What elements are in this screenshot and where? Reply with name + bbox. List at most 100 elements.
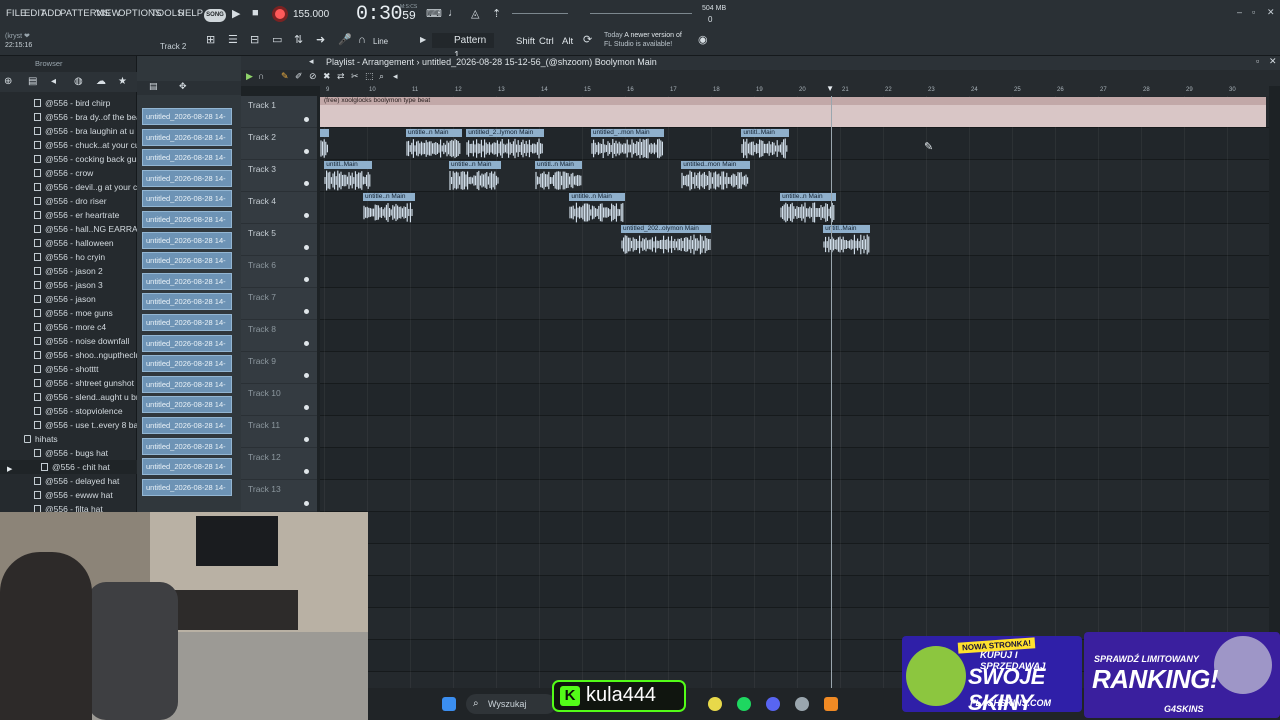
piano-roll-icon[interactable]: ▭ xyxy=(272,33,282,46)
picker-clip[interactable]: untitled_2026-08-28 14- xyxy=(142,149,232,167)
track-header[interactable]: Track 2 xyxy=(241,128,317,160)
maximize-icon[interactable]: ▫ xyxy=(1252,7,1255,17)
browser-item[interactable]: @556 - noise downfall xyxy=(0,334,137,348)
picker-clip[interactable]: untitled_2026-08-28 14- xyxy=(142,190,232,208)
browser-item[interactable]: @556 - shotttt xyxy=(0,362,137,376)
browser-folder[interactable]: hihats xyxy=(0,432,137,446)
slice-tool-icon[interactable]: ✂ xyxy=(351,71,359,82)
snap-arrow-icon[interactable]: ▶ xyxy=(420,35,426,44)
track-lane[interactable] xyxy=(320,352,1269,384)
track-lane[interactable] xyxy=(320,576,1269,608)
track-mute-led[interactable] xyxy=(304,373,309,378)
browser-options-icon[interactable]: ⊕ xyxy=(4,76,12,87)
browser-item[interactable]: @556 - chuck..at your cut xyxy=(0,138,137,152)
paint-tool-icon[interactable]: ✐ xyxy=(295,71,303,82)
spotify-icon[interactable] xyxy=(737,697,751,711)
stop-icon[interactable]: ■ xyxy=(252,7,259,19)
snap-mode[interactable]: Line xyxy=(373,37,388,46)
track-mute-led[interactable] xyxy=(304,405,309,410)
track-lane[interactable] xyxy=(320,384,1269,416)
track-header[interactable]: Track 6 xyxy=(241,256,317,288)
news-panel[interactable]: Today A newer version of FL Studio is av… xyxy=(604,31,682,49)
menu-add[interactable]: ADD xyxy=(41,8,61,19)
browser-item[interactable]: @556 - jason 3 xyxy=(0,278,137,292)
delete-tool-icon[interactable]: ⊘ xyxy=(309,71,317,82)
magnet-icon[interactable]: ∩ xyxy=(358,34,366,46)
browser-item[interactable]: @556 - bugs hat xyxy=(0,446,137,460)
picker-clip[interactable]: untitled_2026-08-28 14- xyxy=(142,478,232,496)
arrangement-area[interactable]: (free) xoolglocks boolymon type beat unti… xyxy=(320,96,1269,720)
browser-star-icon[interactable]: ★ xyxy=(118,76,127,87)
browser-item[interactable]: @556 - halloween xyxy=(0,236,137,250)
browser-item[interactable]: @556 - cocking back gun xyxy=(0,152,137,166)
browser-item[interactable]: @556 - use t..every 8 bars xyxy=(0,418,137,432)
picker-clip[interactable]: untitled_2026-08-28 14- xyxy=(142,417,232,434)
timeline-ruler[interactable]: 9 10 11 12 13 14 15 16 17 18 19 20 21 22 23 24 25 26 27 28 2… xyxy=(320,84,1269,96)
browser-item[interactable]: @556 - stopviolence xyxy=(0,404,137,418)
playlist-icon[interactable]: ⇅ xyxy=(294,33,303,46)
fl-studio-taskbar-icon[interactable] xyxy=(824,697,838,711)
minimize-icon[interactable]: – xyxy=(1237,7,1242,17)
picker-clip[interactable]: untitled_2026-08-28 14- xyxy=(142,211,232,228)
play-icon[interactable]: ▶ xyxy=(232,7,240,20)
track-mute-led[interactable] xyxy=(304,309,309,314)
audio-clip[interactable]: untitle..n Main xyxy=(406,129,462,159)
picker-clip[interactable]: untitled_2026-08-28 14- xyxy=(142,396,232,414)
browser-item[interactable]: @556 - bra dy..of the beat xyxy=(0,110,137,124)
track-mute-led[interactable] xyxy=(304,181,309,186)
track-header[interactable]: Track 12 xyxy=(241,448,317,480)
track-mute-led[interactable] xyxy=(304,245,309,250)
audio-clip[interactable]: untitl..Main xyxy=(324,161,372,191)
browser-item[interactable]: @556 - shtreet gunshot xyxy=(0,376,137,390)
audio-clip[interactable]: untitl..Main xyxy=(741,129,789,159)
browser-item[interactable]: ▶ @556 - chit hat xyxy=(0,460,137,474)
track-header[interactable]: Track 13 xyxy=(241,480,317,512)
browser-item[interactable]: @556 - bird chirp xyxy=(0,96,137,110)
taskbar-search[interactable]: ⌕ Wyszukaj xyxy=(466,694,556,714)
browser-item[interactable]: @556 - ho cryin xyxy=(0,250,137,264)
audio-clip[interactable]: untitle..n Main xyxy=(363,193,415,223)
track-mute-led[interactable] xyxy=(304,117,309,122)
browser-item[interactable]: @556 - slend..aught u bro xyxy=(0,390,137,404)
playlist-breadcrumb[interactable]: untitled_2026-08-28 15-12-56_(@shzoom) B… xyxy=(422,57,657,67)
track-header[interactable]: Track 7 xyxy=(241,288,317,320)
audio-clip[interactable]: untitl..n Main xyxy=(535,161,583,191)
track-lane[interactable] xyxy=(320,128,1269,160)
track-lane[interactable] xyxy=(320,320,1269,352)
browser-back-icon[interactable]: ◂ xyxy=(51,76,56,87)
track-header[interactable]: Track 9 xyxy=(241,352,317,384)
audio-clip[interactable]: untitled..mon Main xyxy=(681,161,750,191)
track-header[interactable]: Track 5 xyxy=(241,224,317,256)
track-mute-led[interactable] xyxy=(304,213,309,218)
metronome-icon[interactable]: ◬ xyxy=(471,7,479,20)
playback-tool-icon[interactable]: ◂ xyxy=(393,71,398,82)
browser-item[interactable]: @556 - shoo..nguptheclub xyxy=(0,348,137,362)
picker-clip[interactable]: untitled_2026-08-28 14- xyxy=(142,334,232,352)
chrome-icon[interactable] xyxy=(708,697,722,711)
browser-item[interactable]: @556 - dro riser xyxy=(0,194,137,208)
track-lane[interactable] xyxy=(320,512,1269,544)
audio-clip[interactable]: untitled_..mon Main xyxy=(590,129,664,159)
track-header[interactable]: Track 4 xyxy=(241,192,317,224)
snap-icon[interactable]: ⊞ xyxy=(206,33,215,46)
step-edit-icon[interactable]: ♩ xyxy=(448,7,459,19)
track-lane[interactable] xyxy=(320,256,1269,288)
news-icon[interactable]: ⟳ xyxy=(583,33,592,46)
discord-icon[interactable] xyxy=(766,697,780,711)
track-header[interactable]: Track 3 xyxy=(241,160,317,192)
settings-icon[interactable] xyxy=(795,697,809,711)
track-mute-led[interactable] xyxy=(304,149,309,154)
browser-item[interactable]: @556 - bra laughin at u xyxy=(0,124,137,138)
browser-item[interactable]: @556 - jason xyxy=(0,292,137,306)
playlist-menu-icon[interactable]: ◂ xyxy=(309,56,314,67)
browser-item[interactable]: @556 - more c4 xyxy=(0,320,137,334)
track-mute-led[interactable] xyxy=(304,469,309,474)
picker-clip[interactable]: untitled_2026-08-28 14- xyxy=(142,169,232,187)
browser-plugin-icon[interactable]: ◍ xyxy=(74,76,83,87)
playhead-marker-icon[interactable]: ▼ xyxy=(826,84,834,93)
select-tool-icon[interactable]: ⬚ xyxy=(365,71,374,82)
track-mute-led[interactable] xyxy=(304,501,309,506)
preview-play-icon[interactable]: ▶ xyxy=(7,463,12,474)
menu-help[interactable]: HELP xyxy=(178,8,203,19)
fl-logo-icon[interactable]: ◉ xyxy=(698,33,708,46)
